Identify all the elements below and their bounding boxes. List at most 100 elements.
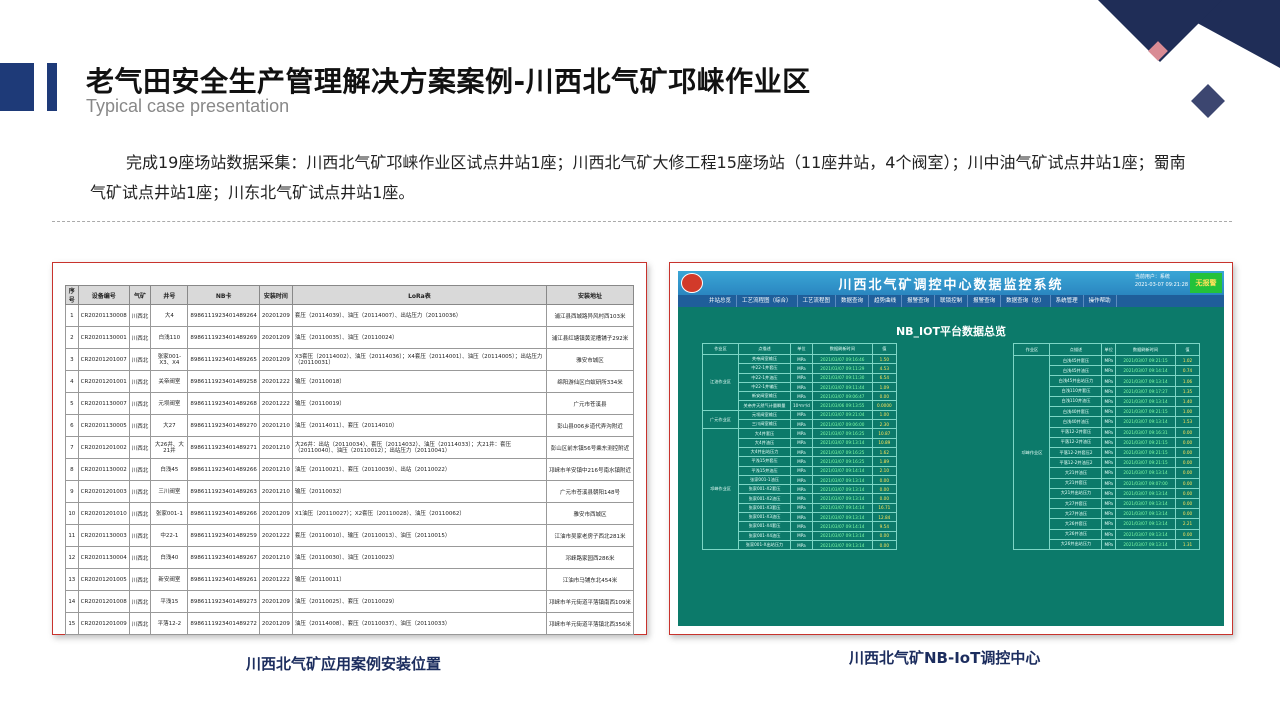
table-cell: 元坝阀室 [150,392,189,415]
nb-cell: 1.00 [1175,406,1200,418]
table-cell: 8986111923401489270 [187,414,260,437]
nb-cell: 2.10 [871,465,897,476]
nb-cell: 2021/03/07 09:16:31 [1115,426,1176,438]
nb-cell: 0.00 [1175,436,1200,448]
screen-nav-item[interactable]: 趋势曲线 [869,295,903,307]
nb-cell: 2021/03/07 09:11:30 [811,372,873,383]
nb-data-table-right: 作业区 点描述 单位 数据刷新时间值邛崃作业区 白浅45井套压 MPa 2021/03/07… [1013,342,1200,551]
table-cell: 三川阀室 [150,480,189,503]
nb-cell: 平浅15井套压 [738,456,791,467]
nb-cell: 元坝阀室输压 [738,409,791,421]
nb-cell: 0.00 [871,391,897,402]
table-cell: 20201222 [258,568,293,591]
table-row: 7 CR20201201002 川西北 大26井、大21井 89861119234014… [65,436,635,459]
screen-user: 当前用户：系统 [1134,274,1170,280]
table-cell: 浦江县红塘镇黄泥槽铺子292米 [545,326,635,349]
screen-nav-item[interactable]: 报警查询 [902,295,936,307]
nb-cell: MPa [790,512,813,523]
nb-cell: MPa [1101,457,1116,469]
table-cell: CR20201130005 [77,414,130,437]
screen-nav-item[interactable]: 数据查询 [836,295,870,307]
nb-cell: 新安阀室输压 [738,391,791,402]
table-cell: CR20201130002 [77,458,130,481]
nb-cell: 10.87 [871,428,897,439]
table-cell: 8986111923401489266 [187,458,260,481]
table-cell: 关帝阀室 [150,370,189,393]
nb-cell: 2021/03/07 09:13:14 [1115,467,1176,479]
screen-nav-item[interactable]: 操作帮助 [1084,295,1117,307]
nb-cell: 张家001-X4油压 [738,530,791,541]
screen-nav: 井站总览 工艺流程图（综合） 工艺流程图 数据查询 趋势曲线 报警查询 联锁控制 报警查询 数据… [678,295,1224,307]
table-cell: 8 [65,458,79,481]
table-cell: 平落12-2 [150,612,189,635]
nb-cell: 张家001-X3油压 [738,512,791,523]
nb-cell: 平落12-2井套压2 [1049,446,1103,459]
table-cell: X3套压（20114002）、油压（20114036）；X4套压（2011400… [291,348,547,371]
table-cell: 江油市吴家老房子西北281米 [545,524,635,547]
nb-cell: 平落12-2井油压2 [1049,457,1103,469]
nb-cell: 2021/03/07 09:13:14 [1115,395,1176,408]
nb-cell: 2021/03/07 09:13:14 [811,484,873,495]
nb-cell: MPa [1101,436,1116,448]
table-cell: 川西北 [128,436,152,459]
alarm-status-button[interactable]: 无报警 [1190,273,1222,293]
nb-cell: 1.00 [871,409,897,421]
table-cell: 邛崃市羊元街道平落镇北西356米 [545,612,635,635]
nb-cell: 2021/03/07 09:13:14 [1115,518,1176,530]
nb-cell: MPa [1101,538,1116,551]
table-cell: 川西北 [128,524,152,547]
table-cell: 8986111923401489272 [187,612,260,635]
dashed-divider [52,221,1232,222]
monitoring-screen-panel: 川西北气矿调控中心数据监控系统 当前用户：系统 2021-03-07 09:21… [669,262,1233,635]
nb-cell: 2.30 [871,419,897,430]
table-cell: 川西北 [128,502,152,525]
screen-nav-item[interactable]: 工艺流程图（综合） [737,295,798,307]
table-header-cell: 序号 [65,285,79,305]
nb-cell: 三川阀室输压 [738,419,791,430]
table-cell: CR20201201005 [77,568,130,591]
table-cell: 1 [65,304,79,327]
nb-cell: MPa [1101,365,1116,377]
table-cell: 白浅45 [150,458,189,481]
table-cell: 输压（20110032） [291,480,547,503]
table-cell: 川西北 [128,612,152,635]
nb-cell: 张家001-X出站压力 [738,539,791,551]
nb-cell: 2021/03/07 09:21:15 [1115,406,1176,418]
table-cell: CR20201130004 [77,546,130,569]
nb-cell: MPa [790,539,813,551]
nb-cell: 0.00 [1175,497,1200,510]
nb-cell: 平浅15井油压 [738,465,791,476]
nb-cell: 2021/03/07 09:06:47 [811,391,873,402]
nb-header-cell: 数据刷新时间 [811,343,873,355]
table-cell: CR20201130003 [77,524,130,547]
screen-nav-item[interactable]: 联锁控制 [935,295,969,307]
screen-nav-item[interactable]: 数据查询（总） [1001,295,1051,307]
table-cell: CR20201130008 [77,304,130,327]
screen-nav-item[interactable]: 井站总览 [704,295,738,307]
nb-cell: 大27井套压 [1049,497,1103,510]
nb-cell: 2.21 [1175,518,1200,530]
table-cell: 绵阳游仙区白蚁研所334米 [545,370,635,393]
screen-nav-item[interactable]: 报警查询 [968,295,1002,307]
nb-cell: 2021/03/07 09:16:25 [811,428,873,439]
nb-cell: 0.00 [1175,477,1200,489]
table-cell: 13 [65,568,79,591]
table-row: 13 CR20201201005 川西北 新安阀室 898611192340148926… [65,568,635,591]
nb-cell: MPa [1101,355,1116,367]
table-cell: 8986111923401489263 [187,480,260,503]
nb-cell: 2021/03/07 09:17:27 [1115,385,1176,397]
table-cell: 6 [65,414,79,437]
nb-data-table-left: 作业区 点描述 单位 数据刷新时间值江油作业区 关帝阀室输压 MPa 2021/03/07 … [702,343,897,551]
nb-header-cell: 点描述 [738,343,791,355]
screen-nav-item[interactable]: 工艺流程图 [798,295,837,307]
nb-cell: MPa [790,391,813,402]
nb-cell: MPa [790,372,813,383]
nb-header-cell: 数据刷新时间 [1115,342,1176,357]
nb-cell: 4.53 [871,363,897,374]
table-header-cell: NB卡 [187,285,260,305]
table-cell: 20201209 [258,348,293,371]
table-cell: 8986111923401489273 [187,590,260,613]
screen-nav-item[interactable]: 系统管理 [1051,295,1084,307]
nb-cell: 2021/03/07 09:14:14 [811,521,873,532]
nb-cell: 大26井出站压力 [1049,538,1103,551]
